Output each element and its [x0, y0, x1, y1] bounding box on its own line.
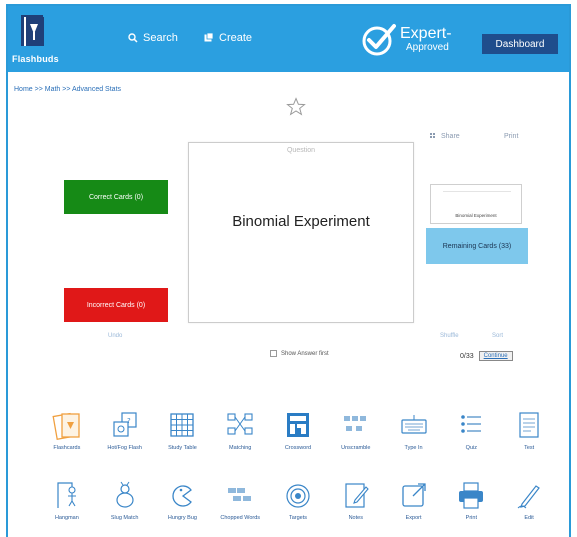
mode-print[interactable]: Print: [442, 480, 500, 522]
expert-approved-badge: Expert- Approved: [360, 20, 452, 60]
mode-notes[interactable]: Notes: [327, 480, 385, 522]
card-counter: 0/33: [460, 352, 474, 360]
edit-icon: [517, 485, 540, 509]
app-frame: Flashbuds Search Create Expert- Approved…: [6, 4, 571, 537]
logo-text: Flashbuds: [12, 54, 59, 64]
mode-export[interactable]: Export: [385, 480, 443, 522]
print-link[interactable]: Print: [504, 133, 518, 140]
sort-link[interactable]: Sort: [492, 333, 503, 339]
create-icon: [204, 33, 214, 42]
mode-test[interactable]: Test: [500, 410, 558, 452]
create-label: Create: [219, 32, 253, 44]
create-link[interactable]: Create: [204, 32, 252, 44]
chopped-words-icon: [228, 488, 252, 501]
expert-title: Expert-: [400, 25, 452, 43]
study-table-icon: [170, 413, 195, 437]
share-icon: [430, 133, 435, 138]
targets-icon: [286, 484, 310, 508]
mode-study-table[interactable]: Study Table: [154, 410, 212, 452]
study-modes-row-1: Flashcards ? Hot/Fog Flash Study Table M…: [38, 410, 558, 452]
crossword-icon: [286, 413, 309, 437]
site-logo[interactable]: Flashbuds: [12, 12, 59, 68]
flashcards-icon: [52, 412, 80, 440]
flashcard[interactable]: Question Binomial Experiment: [188, 142, 414, 323]
remaining-deck-preview: Binomial Experiment: [430, 184, 522, 224]
hungry-bug-icon: [172, 485, 193, 507]
mode-edit[interactable]: Edit: [500, 480, 558, 522]
mode-slug-match[interactable]: Slug Match: [96, 480, 154, 522]
search-icon: [128, 33, 138, 43]
type-in-icon: [400, 415, 427, 434]
mode-flashcards[interactable]: Flashcards: [38, 410, 96, 452]
slug-match-icon: [116, 481, 134, 508]
hangman-icon: [57, 482, 76, 508]
deck-divider: [443, 191, 511, 192]
export-icon: [401, 483, 426, 507]
show-answer-first-option[interactable]: Show Answer first: [270, 350, 329, 357]
expert-subtitle: Approved: [406, 42, 449, 54]
unscramble-icon: [343, 416, 366, 431]
dashboard-button[interactable]: Dashboard: [482, 34, 558, 54]
continue-button[interactable]: Continue: [478, 351, 513, 361]
favorite-star-icon[interactable]: [286, 97, 306, 117]
undo-link[interactable]: Undo: [108, 333, 122, 339]
header-bar: Flashbuds Search Create Expert- Approved…: [8, 6, 569, 72]
share-button[interactable]: Share: [430, 133, 460, 140]
share-label: Share: [441, 133, 460, 140]
checkmark-circle-icon: [362, 24, 396, 56]
study-modes-row-2: Hangman Slug Match Hungry Bug Chopped Wo…: [38, 480, 558, 522]
card-counter-area: 0/33 Continue: [460, 351, 513, 361]
book-logo-icon: [21, 15, 44, 46]
mode-crossword[interactable]: Crossword: [269, 410, 327, 452]
quiz-icon: [461, 415, 482, 433]
show-answer-first-label: Show Answer first: [281, 350, 329, 357]
mode-hot-flash[interactable]: ? Hot/Fog Flash: [96, 410, 154, 452]
show-answer-first-checkbox[interactable]: [270, 350, 277, 357]
mode-hungry-bug[interactable]: Hungry Bug: [154, 480, 212, 522]
mode-chopped-words[interactable]: Chopped Words: [211, 480, 269, 522]
mode-matching[interactable]: Matching: [211, 410, 269, 452]
incorrect-cards-button[interactable]: Incorrect Cards (0): [64, 288, 168, 322]
mode-hangman[interactable]: Hangman: [38, 480, 96, 522]
mode-targets[interactable]: Targets: [269, 480, 327, 522]
mode-type-in[interactable]: Type In: [385, 410, 443, 452]
breadcrumb[interactable]: Home >> Math >> Advanced Stats: [14, 86, 121, 93]
correct-cards-button[interactable]: Correct Cards (0): [64, 180, 168, 214]
shuffle-link[interactable]: Shuffle: [440, 333, 459, 339]
notes-icon: [345, 483, 369, 508]
card-term: Binomial Experiment: [232, 213, 370, 230]
remaining-cards-button[interactable]: Remaining Cards (33): [426, 228, 528, 264]
matching-icon: [227, 413, 253, 435]
search-link[interactable]: Search: [128, 32, 178, 44]
print-icon: [459, 482, 484, 509]
card-side-label: Question: [286, 147, 316, 154]
search-label: Search: [143, 32, 178, 44]
mode-unscramble[interactable]: Unscramble: [327, 410, 385, 452]
deck-preview-label: Binomial Experiment: [455, 213, 497, 218]
svg-text:?: ?: [127, 417, 131, 425]
mode-quiz[interactable]: Quiz: [442, 410, 500, 452]
test-icon: [519, 412, 539, 438]
hot-flash-icon: ?: [113, 412, 137, 437]
